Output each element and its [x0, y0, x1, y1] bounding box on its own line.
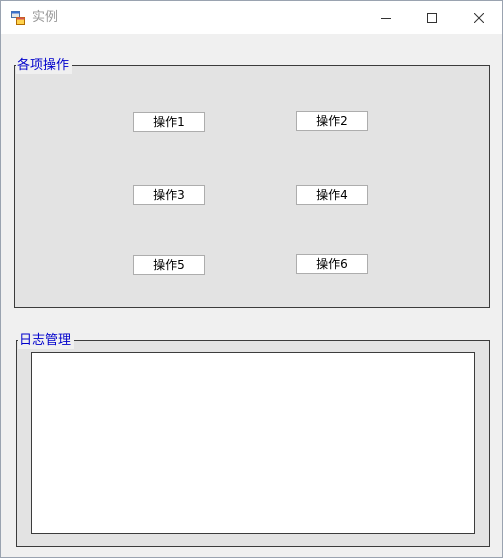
- log-textbox[interactable]: [31, 352, 475, 534]
- close-button[interactable]: [456, 1, 502, 34]
- close-icon: [474, 12, 484, 23]
- operation-3-button[interactable]: 操作3: [133, 185, 205, 205]
- operation-4-button[interactable]: 操作4: [296, 185, 368, 205]
- operations-group-title: 各项操作: [16, 58, 73, 74]
- title-bar[interactable]: 实例: [1, 1, 502, 34]
- log-group-title: 日志管理: [18, 333, 75, 349]
- operations-groupbox: 各项操作 操作1 操作2 操作3 操作4 操作5 操作6: [14, 58, 490, 308]
- minimize-button[interactable]: [363, 1, 409, 34]
- main-window: 实例 各项操作 操作1 操作2 操作3 操作4 操作5 操作6 日志管理: [0, 0, 503, 558]
- minimize-icon: [381, 13, 391, 23]
- window-title: 实例: [32, 10, 59, 25]
- app-window-icon: [11, 10, 25, 25]
- operation-2-button[interactable]: 操作2: [296, 111, 368, 131]
- log-groupbox: 日志管理: [16, 333, 490, 547]
- operation-1-button[interactable]: 操作1: [133, 112, 205, 132]
- operation-5-button[interactable]: 操作5: [133, 255, 205, 275]
- operation-6-button[interactable]: 操作6: [296, 254, 368, 274]
- maximize-icon: [427, 12, 437, 23]
- maximize-button[interactable]: [409, 1, 455, 34]
